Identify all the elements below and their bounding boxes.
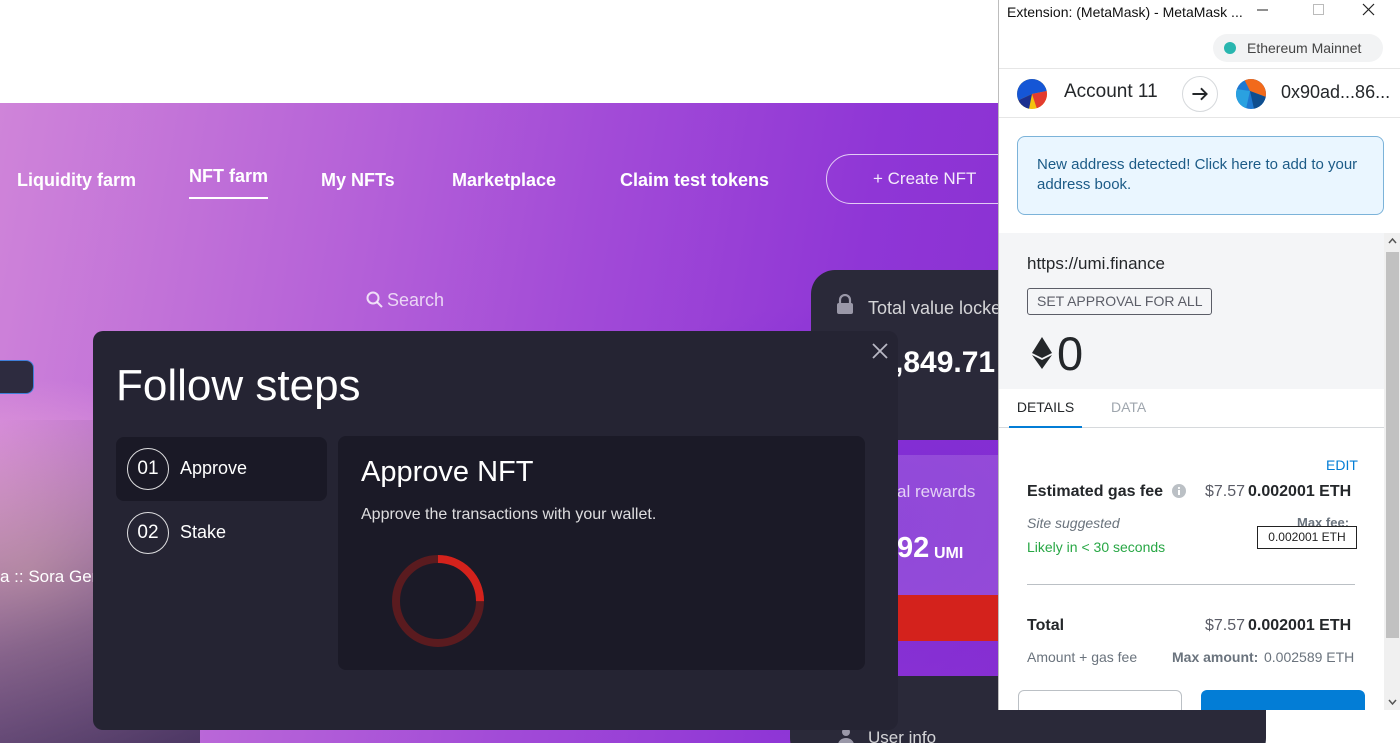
transaction-amount: 0 [1057, 327, 1084, 380]
origin-url: https://umi.finance [1027, 254, 1165, 273]
left-partial-button[interactable] [0, 360, 34, 394]
ethereum-icon [1032, 337, 1052, 369]
metamask-window: Extension: (MetaMask) - MetaMask ... Eth… [998, 0, 1400, 710]
transaction-origin-area: https://umi.finance SET APPROVAL FOR ALL… [999, 233, 1384, 389]
user-info-label: User info [868, 728, 937, 743]
step-approve[interactable]: 01 Approve [116, 437, 327, 501]
tab-data[interactable]: DATA [1111, 399, 1146, 415]
step-panel-description: Approve the transactions with your walle… [361, 506, 657, 523]
search-icon [366, 291, 383, 308]
gas-fee-usd: $7.57 [1205, 483, 1246, 500]
pool-title-partial: a :: Sora Gen [0, 567, 102, 586]
divider [1027, 584, 1355, 585]
amount-plus-gas-label: Amount + gas fee [1027, 649, 1138, 665]
edit-gas-link[interactable]: EDIT [1326, 457, 1358, 473]
to-address[interactable]: 0x90ad...86... [1281, 82, 1390, 103]
close-icon[interactable] [869, 340, 891, 362]
step-label: Approve [180, 458, 248, 478]
transaction-details-scroll: https://umi.finance SET APPROVAL FOR ALL… [999, 233, 1384, 710]
nav-my-nfts[interactable]: My NFTs [321, 170, 395, 191]
network-name: Ethereum Mainnet [1247, 40, 1362, 56]
scroll-down-icon[interactable] [1384, 693, 1400, 710]
step-number: 02 [127, 512, 169, 554]
estimated-gas-fee-label: Estimated gas fee [1027, 483, 1164, 500]
window-titlebar[interactable]: Extension: (MetaMask) - MetaMask ... [999, 0, 1400, 29]
to-address-avatar [1236, 79, 1266, 109]
info-icon[interactable] [1172, 484, 1186, 498]
minimize-icon[interactable] [1239, 0, 1285, 29]
confirm-button[interactable] [1201, 690, 1365, 710]
step-panel-title: Approve NFT [361, 456, 534, 488]
total-value-locked-value: ,849.71 [895, 346, 996, 379]
maximize-icon[interactable] [1297, 0, 1343, 29]
scroll-up-icon[interactable] [1384, 233, 1400, 250]
max-fee-tooltip: 0.002001 ETH [1257, 526, 1357, 549]
total-value-locked-label: Total value locke [868, 298, 1002, 318]
new-address-alert[interactable]: New address detected! Click here to add … [1017, 136, 1384, 215]
scrollbar-thumb[interactable] [1386, 252, 1399, 638]
window-close-icon[interactable] [1346, 0, 1392, 29]
arrow-right-icon [1182, 76, 1218, 112]
network-status-dot [1224, 42, 1236, 54]
create-nft-button[interactable]: + Create NFT [826, 154, 1026, 204]
nav-claim-test-tokens[interactable]: Claim test tokens [620, 170, 769, 191]
total-label: Total [1027, 617, 1065, 634]
nav-nft-farm[interactable]: NFT farm [189, 166, 269, 199]
total-rewards-label: al rewards [897, 482, 976, 501]
from-account-name: Account 11 [1064, 81, 1158, 102]
step-detail-panel: Approve NFT Approve the transactions wit… [338, 436, 865, 670]
step-stake[interactable]: 02 Stake [116, 501, 327, 565]
network-selector[interactable]: Ethereum Mainnet [1213, 34, 1383, 62]
likely-time-label: Likely in < 30 seconds [1027, 539, 1166, 555]
site-suggested-label: Site suggested [1027, 515, 1120, 531]
lock-icon [837, 294, 853, 314]
details-tabs: DETAILS DATA [999, 389, 1384, 428]
modal-title: Follow steps [116, 361, 361, 410]
method-badge: SET APPROVAL FOR ALL [1027, 288, 1213, 315]
step-number: 01 [127, 448, 169, 490]
tab-details[interactable]: DETAILS [1009, 399, 1082, 428]
total-eth: 0.002001 ETH [1248, 617, 1352, 634]
account-bar: Account 11 0x90ad...86... [999, 68, 1400, 118]
scrollbar[interactable] [1384, 233, 1400, 710]
nav-marketplace[interactable]: Marketplace [452, 170, 556, 191]
total-rewards-value: 92 [897, 532, 930, 564]
search-field[interactable]: Search [366, 290, 444, 311]
gas-fee-eth: 0.002001 ETH [1248, 483, 1352, 500]
max-amount-value: 0.002589 ETH [1264, 649, 1355, 665]
window-title: Extension: (MetaMask) - MetaMask ... [1007, 4, 1243, 20]
reject-button[interactable] [1018, 690, 1182, 710]
follow-steps-modal: Follow steps 01 Approve 02 Stake Approve… [93, 331, 898, 730]
search-label: Search [387, 290, 445, 310]
site-top-blank-area [0, 0, 975, 103]
max-amount-label: Max amount: [1172, 649, 1259, 665]
rewards-unit: UMI [934, 545, 964, 562]
step-label: Stake [180, 522, 227, 542]
nav-liquidity-farm[interactable]: Liquidity farm [17, 170, 136, 191]
loading-spinner-icon [392, 555, 484, 647]
total-usd: $7.57 [1205, 617, 1246, 634]
from-account-avatar [1017, 79, 1047, 109]
